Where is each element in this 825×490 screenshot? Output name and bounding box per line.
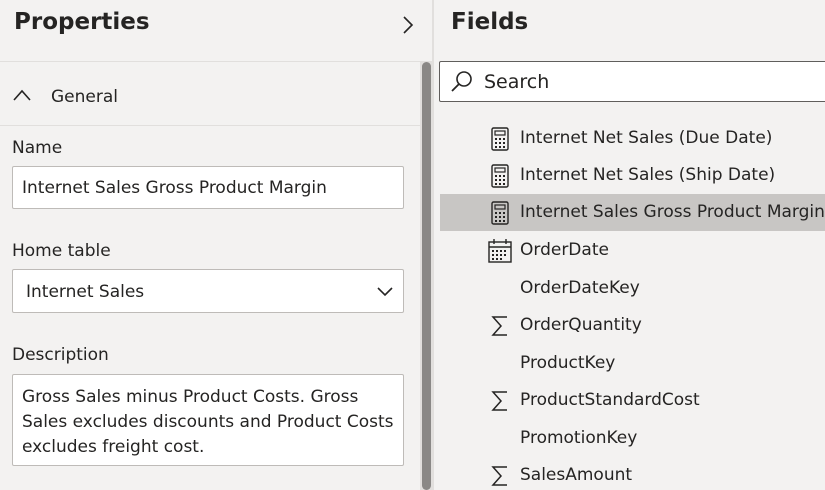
fields-pane: Fields Internet Net Sales (Due Date) <box>434 0 825 490</box>
search-icon <box>451 71 472 92</box>
field-item[interactable]: SalesAmount <box>440 457 825 490</box>
field-name: OrderQuantity <box>520 315 642 335</box>
field-name: ProductKey <box>520 353 616 373</box>
field-item[interactable]: PromotionKey <box>440 420 825 457</box>
field-item[interactable]: OrderDateKey <box>440 270 825 307</box>
chevron-up-icon <box>13 89 31 101</box>
field-item[interactable]: OrderDate <box>440 232 825 269</box>
sigma-icon <box>491 466 507 486</box>
calculator-icon <box>491 201 509 225</box>
name-field[interactable]: Internet Sales Gross Product Margin <box>12 166 404 209</box>
field-item-selected[interactable]: Internet Sales Gross Product Margin <box>440 194 825 231</box>
chevron-right-icon[interactable] <box>399 15 417 35</box>
field-item[interactable]: ProductStandardCost <box>440 382 825 419</box>
properties-pane: Properties General Name Internet Sales G… <box>0 0 432 490</box>
sigma-icon <box>491 391 507 411</box>
home-table-value: Internet Sales <box>26 282 145 302</box>
field-name: SalesAmount <box>520 465 633 485</box>
chevron-down-icon <box>377 287 393 297</box>
calculator-icon <box>491 127 509 151</box>
home-table-dropdown[interactable]: Internet Sales <box>12 269 404 313</box>
field-item[interactable]: Internet Net Sales (Due Date) <box>440 120 825 157</box>
home-table-label: Home table <box>12 241 111 261</box>
search-box[interactable] <box>439 61 825 102</box>
properties-scrollbar-thumb[interactable] <box>422 62 431 490</box>
general-section-header[interactable]: General <box>0 62 420 126</box>
calculator-icon <box>491 164 509 188</box>
calendar-icon <box>488 239 512 263</box>
fields-title: Fields <box>451 9 529 35</box>
field-name: OrderDate <box>520 240 609 260</box>
field-name: Internet Net Sales (Ship Date) <box>520 165 776 185</box>
name-label: Name <box>12 138 63 158</box>
field-name: PromotionKey <box>520 428 638 448</box>
field-item[interactable]: Internet Net Sales (Ship Date) <box>440 157 825 194</box>
description-value: Gross Sales minus Product Costs. Gross S… <box>22 387 394 457</box>
field-item[interactable]: OrderQuantity <box>440 307 825 344</box>
search-input[interactable] <box>484 68 814 96</box>
name-field-value: Internet Sales Gross Product Margin <box>22 178 327 198</box>
properties-title: Properties <box>14 9 150 35</box>
description-label: Description <box>12 345 109 365</box>
section-divider <box>0 125 420 126</box>
sigma-icon <box>491 316 507 336</box>
field-name: Internet Sales Gross Product Margin <box>520 202 825 222</box>
field-name: Internet Net Sales (Due Date) <box>520 128 773 148</box>
field-name: OrderDateKey <box>520 278 640 298</box>
field-name: ProductStandardCost <box>520 390 700 410</box>
field-item[interactable]: ProductKey <box>440 345 825 382</box>
general-section-label: General <box>51 87 118 107</box>
description-field[interactable]: Gross Sales minus Product Costs. Gross S… <box>12 374 404 466</box>
